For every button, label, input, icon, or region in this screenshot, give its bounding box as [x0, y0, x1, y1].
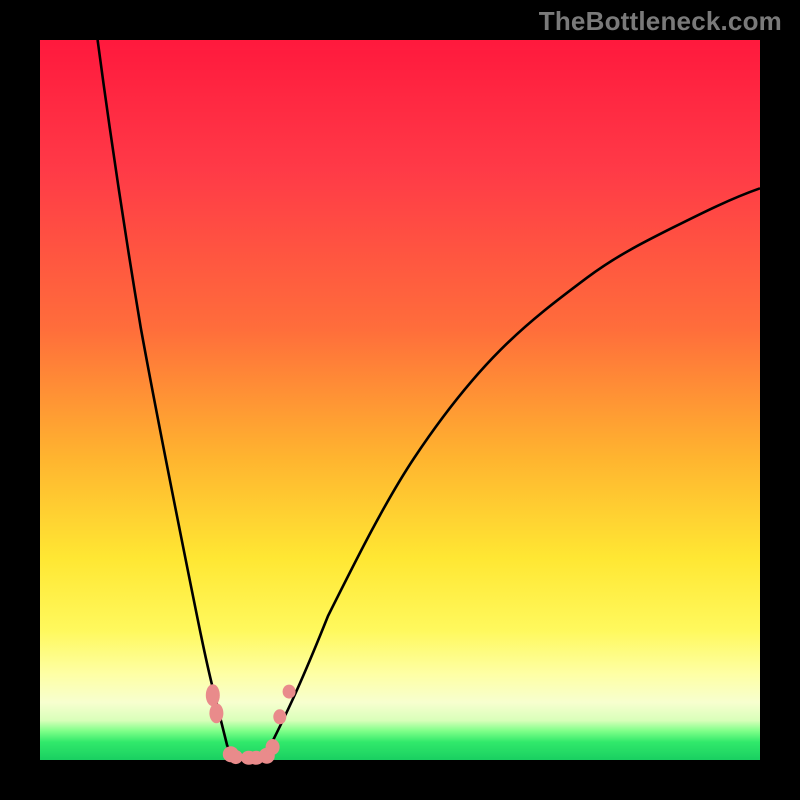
curve-layer	[40, 40, 760, 760]
marker-dot	[266, 739, 280, 755]
bottleneck-curve-path	[98, 40, 760, 760]
marker-dot	[206, 684, 220, 706]
marker-dot	[229, 750, 243, 764]
marker-dot	[209, 703, 223, 723]
outer-frame: TheBottleneck.com	[0, 0, 800, 800]
bottleneck-plot	[40, 40, 760, 760]
marker-dot	[283, 685, 296, 699]
watermark-text: TheBottleneck.com	[539, 6, 782, 37]
marker-dot	[273, 709, 286, 724]
